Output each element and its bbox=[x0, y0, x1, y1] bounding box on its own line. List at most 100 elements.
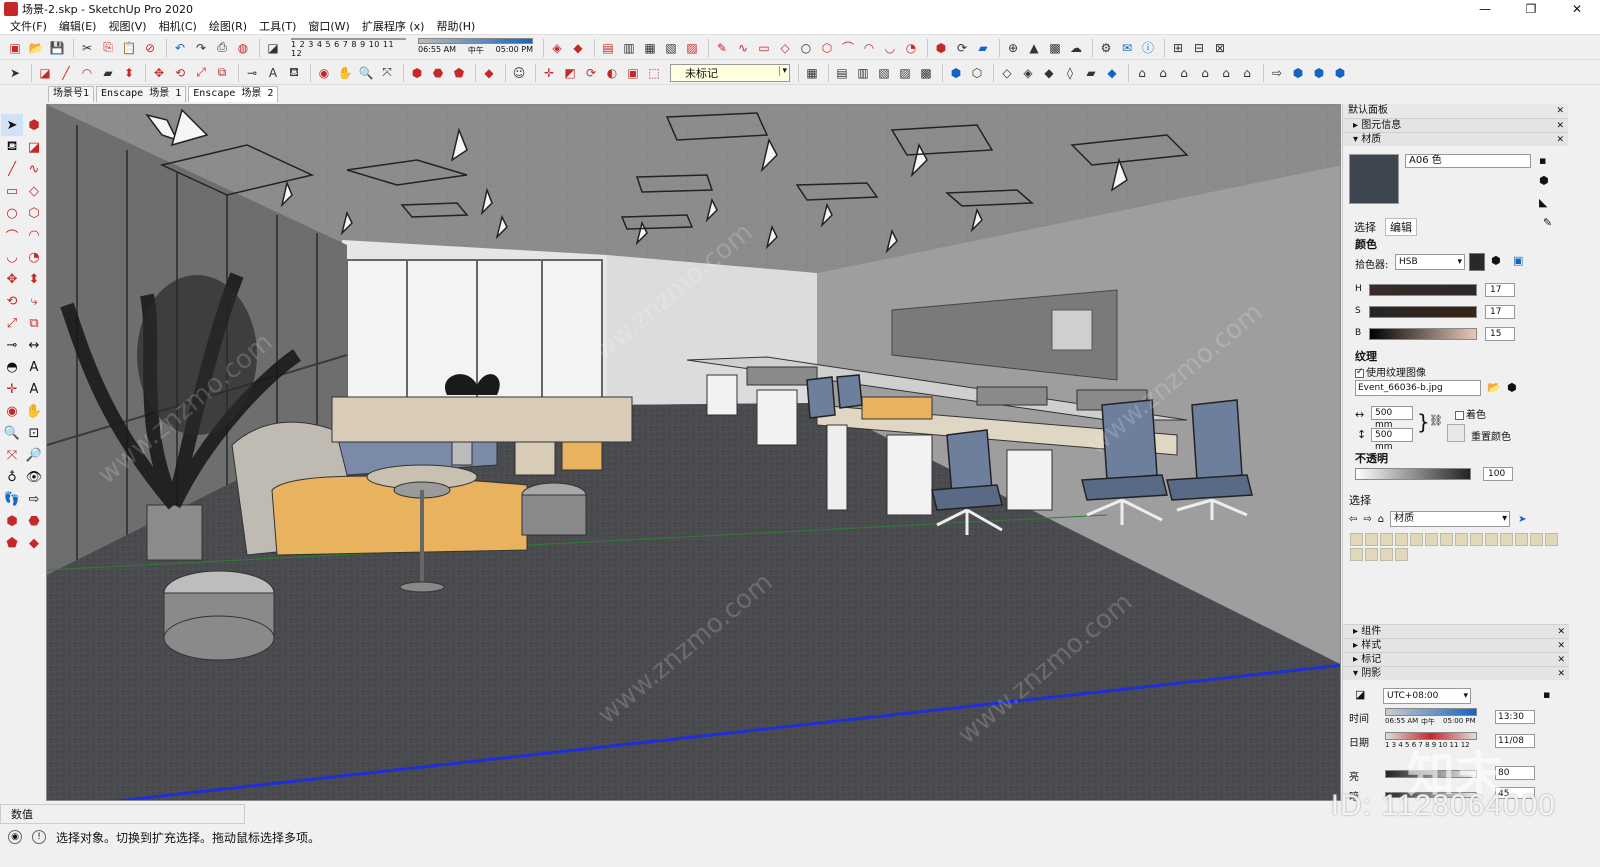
checker-icon[interactable]: ▩ bbox=[1046, 39, 1064, 57]
add-location-icon[interactable]: ⊕ bbox=[1004, 39, 1022, 57]
style-mono-icon[interactable]: ⬡ bbox=[968, 64, 986, 82]
section-shadows[interactable]: ▾ 阴影 ✕ bbox=[1343, 666, 1569, 680]
face-style2-icon[interactable]: ◈ bbox=[1019, 64, 1037, 82]
face-style4-icon[interactable]: ◊ bbox=[1061, 64, 1079, 82]
table-icon[interactable]: ⊞ bbox=[1169, 39, 1187, 57]
office-scene-render[interactable]: www.znzmo.com www.znzmo.com www.znzmo.co… bbox=[47, 105, 1341, 801]
menu-file[interactable]: 文件(F) bbox=[4, 18, 53, 34]
pie-tool-icon[interactable]: ◔ bbox=[23, 246, 45, 268]
zoom-extents-icon[interactable]: ⤧ bbox=[378, 64, 396, 82]
arc-tool-b-icon[interactable]: ◠ bbox=[23, 224, 45, 246]
texture-height-field[interactable]: 500 mm bbox=[1371, 428, 1413, 452]
material-thumb[interactable] bbox=[1380, 548, 1393, 561]
h-value-field[interactable]: 17 bbox=[1485, 283, 1515, 297]
face-style1-icon[interactable]: ◇ bbox=[998, 64, 1016, 82]
use-texture-row[interactable]: 使用纹理图像 bbox=[1355, 364, 1426, 379]
shadow-time-track[interactable] bbox=[1385, 708, 1477, 716]
arc3-icon[interactable]: ◡ bbox=[881, 39, 899, 57]
material-thumb[interactable] bbox=[1530, 533, 1543, 546]
maximize-button[interactable]: ❐ bbox=[1508, 0, 1554, 18]
freehand-tool-icon[interactable]: ∿ bbox=[23, 158, 45, 180]
line-icon[interactable]: ╱ bbox=[57, 64, 75, 82]
dimension-tool-icon[interactable]: ↔ bbox=[23, 334, 45, 356]
orbit-icon[interactable]: ◉ bbox=[315, 64, 333, 82]
time-slider-track[interactable] bbox=[418, 37, 533, 44]
b-value-field[interactable]: 15 bbox=[1485, 327, 1515, 341]
new-file-icon[interactable]: ▣ bbox=[6, 39, 24, 57]
close-icon[interactable]: ✕ bbox=[1557, 625, 1565, 639]
library-select[interactable]: 材质 ▾ bbox=[1390, 511, 1511, 527]
material-thumb[interactable] bbox=[1425, 533, 1438, 546]
pan-tool-icon[interactable]: ✋ bbox=[23, 400, 45, 422]
match-color-model-icon[interactable]: ⬢ bbox=[1491, 254, 1501, 267]
xray-icon[interactable]: ▤ bbox=[833, 64, 851, 82]
protractor-tool-icon[interactable]: ◓ bbox=[1, 356, 23, 378]
menu-tools[interactable]: 工具(T) bbox=[253, 18, 302, 34]
shadow-toggle-icon[interactable]: ◪ bbox=[1355, 688, 1365, 701]
move-tool-icon[interactable]: ✥ bbox=[1, 268, 23, 290]
section-components[interactable]: ▸ 组件 ✕ bbox=[1343, 624, 1569, 638]
chevron-down-icon[interactable]: ▾ bbox=[1457, 255, 1464, 269]
3d-text-icon[interactable]: A bbox=[23, 378, 45, 400]
section-cut-icon[interactable]: ⟳ bbox=[582, 64, 600, 82]
rectangle-icon[interactable]: ▭ bbox=[755, 39, 773, 57]
refresh-icon[interactable]: ⟳ bbox=[953, 39, 971, 57]
offset-tool-icon[interactable]: ⧉ bbox=[23, 312, 45, 334]
previous-view-icon[interactable]: 🔎 bbox=[23, 444, 45, 466]
tape-measure-icon[interactable]: ⊸ bbox=[243, 64, 261, 82]
look-around-icon[interactable]: ⬢ bbox=[1310, 64, 1328, 82]
forward-arrow-icon[interactable]: ⇨ bbox=[1363, 514, 1371, 525]
model-info-icon[interactable]: ◍ bbox=[234, 39, 252, 57]
text-tool-icon[interactable]: A bbox=[264, 64, 282, 82]
tab-select[interactable]: 选择 bbox=[1349, 218, 1381, 236]
share-tool-icon[interactable]: ⬣ bbox=[23, 510, 45, 532]
menu-edit[interactable]: 编辑(E) bbox=[53, 18, 103, 34]
bottom-view-icon[interactable]: ▨ bbox=[683, 39, 701, 57]
material-thumb[interactable] bbox=[1365, 533, 1378, 546]
pan-icon[interactable]: ✋ bbox=[336, 64, 354, 82]
material-thumb[interactable] bbox=[1440, 533, 1453, 546]
material-name-field[interactable]: A06 色 bbox=[1405, 154, 1531, 168]
measurements-box[interactable]: 数值 bbox=[0, 804, 245, 824]
texture-file-field[interactable]: Event_66036-b.jpg bbox=[1355, 380, 1481, 396]
right-view-icon[interactable]: ▥ bbox=[620, 39, 638, 57]
timezone-select[interactable]: UTC+08:00 ▾ bbox=[1383, 688, 1471, 704]
component-icon[interactable]: ▦ bbox=[803, 64, 821, 82]
current-color-chip[interactable] bbox=[1469, 253, 1485, 271]
display-secondary-icon[interactable]: ▪ bbox=[1539, 154, 1546, 167]
color-picker-select[interactable]: HSB ▾ bbox=[1395, 254, 1465, 270]
extension-icon[interactable]: ▰ bbox=[974, 39, 992, 57]
std-right-icon[interactable]: ⌂ bbox=[1196, 64, 1214, 82]
position-camera-icon[interactable]: ⇨ bbox=[1268, 64, 1286, 82]
material-thumb[interactable] bbox=[1395, 548, 1408, 561]
polygon-tool-icon[interactable]: ⬡ bbox=[23, 202, 45, 224]
pushpull-tool-icon[interactable]: ⬍ bbox=[23, 268, 45, 290]
scale-tool-icon[interactable]: ⤢ bbox=[1, 312, 23, 334]
copy-icon[interactable]: ⎘ bbox=[99, 39, 117, 57]
material-thumb[interactable] bbox=[1545, 533, 1558, 546]
std-left-icon[interactable]: ⌂ bbox=[1238, 64, 1256, 82]
std-back-icon[interactable]: ⌂ bbox=[1217, 64, 1235, 82]
info-icon[interactable]: ⓘ bbox=[1139, 39, 1157, 57]
open-folder-icon[interactable]: 📂 bbox=[27, 39, 45, 57]
left-view-icon[interactable]: ▧ bbox=[662, 39, 680, 57]
rotate-tool-icon[interactable]: ⟲ bbox=[1, 290, 23, 312]
model-viewport[interactable]: www.znzmo.com www.znzmo.com www.znzmo.co… bbox=[46, 104, 1341, 801]
material-thumb[interactable] bbox=[1500, 533, 1513, 546]
tab-enscape-scene-2[interactable]: Enscape 场景 2 bbox=[188, 86, 279, 102]
chevron-down-icon[interactable]: ▾ bbox=[779, 65, 787, 76]
zoom-extents-tool-icon[interactable]: ⤧ bbox=[1, 444, 23, 466]
reset-color-label[interactable]: 重置颜色 bbox=[1471, 428, 1511, 443]
material-thumb[interactable] bbox=[1350, 548, 1363, 561]
shaded-icon[interactable]: ▩ bbox=[917, 64, 935, 82]
shadow-toggle-icon[interactable]: ◪ bbox=[264, 39, 282, 57]
opacity-slider[interactable] bbox=[1355, 468, 1471, 480]
ext-warehouse-tool-icon[interactable]: ⬟ bbox=[1, 532, 23, 554]
material-thumb[interactable] bbox=[1470, 533, 1483, 546]
reset-color-swatch[interactable] bbox=[1447, 424, 1465, 442]
orbit-tool-icon[interactable]: ◉ bbox=[1, 400, 23, 422]
section-tags[interactable]: ▸ 标记 ✕ bbox=[1343, 652, 1569, 666]
eyedropper-icon[interactable]: ✎ bbox=[1543, 216, 1552, 229]
tab-edit[interactable]: 编辑 bbox=[1385, 218, 1417, 236]
brightness-slider[interactable] bbox=[1369, 328, 1477, 340]
